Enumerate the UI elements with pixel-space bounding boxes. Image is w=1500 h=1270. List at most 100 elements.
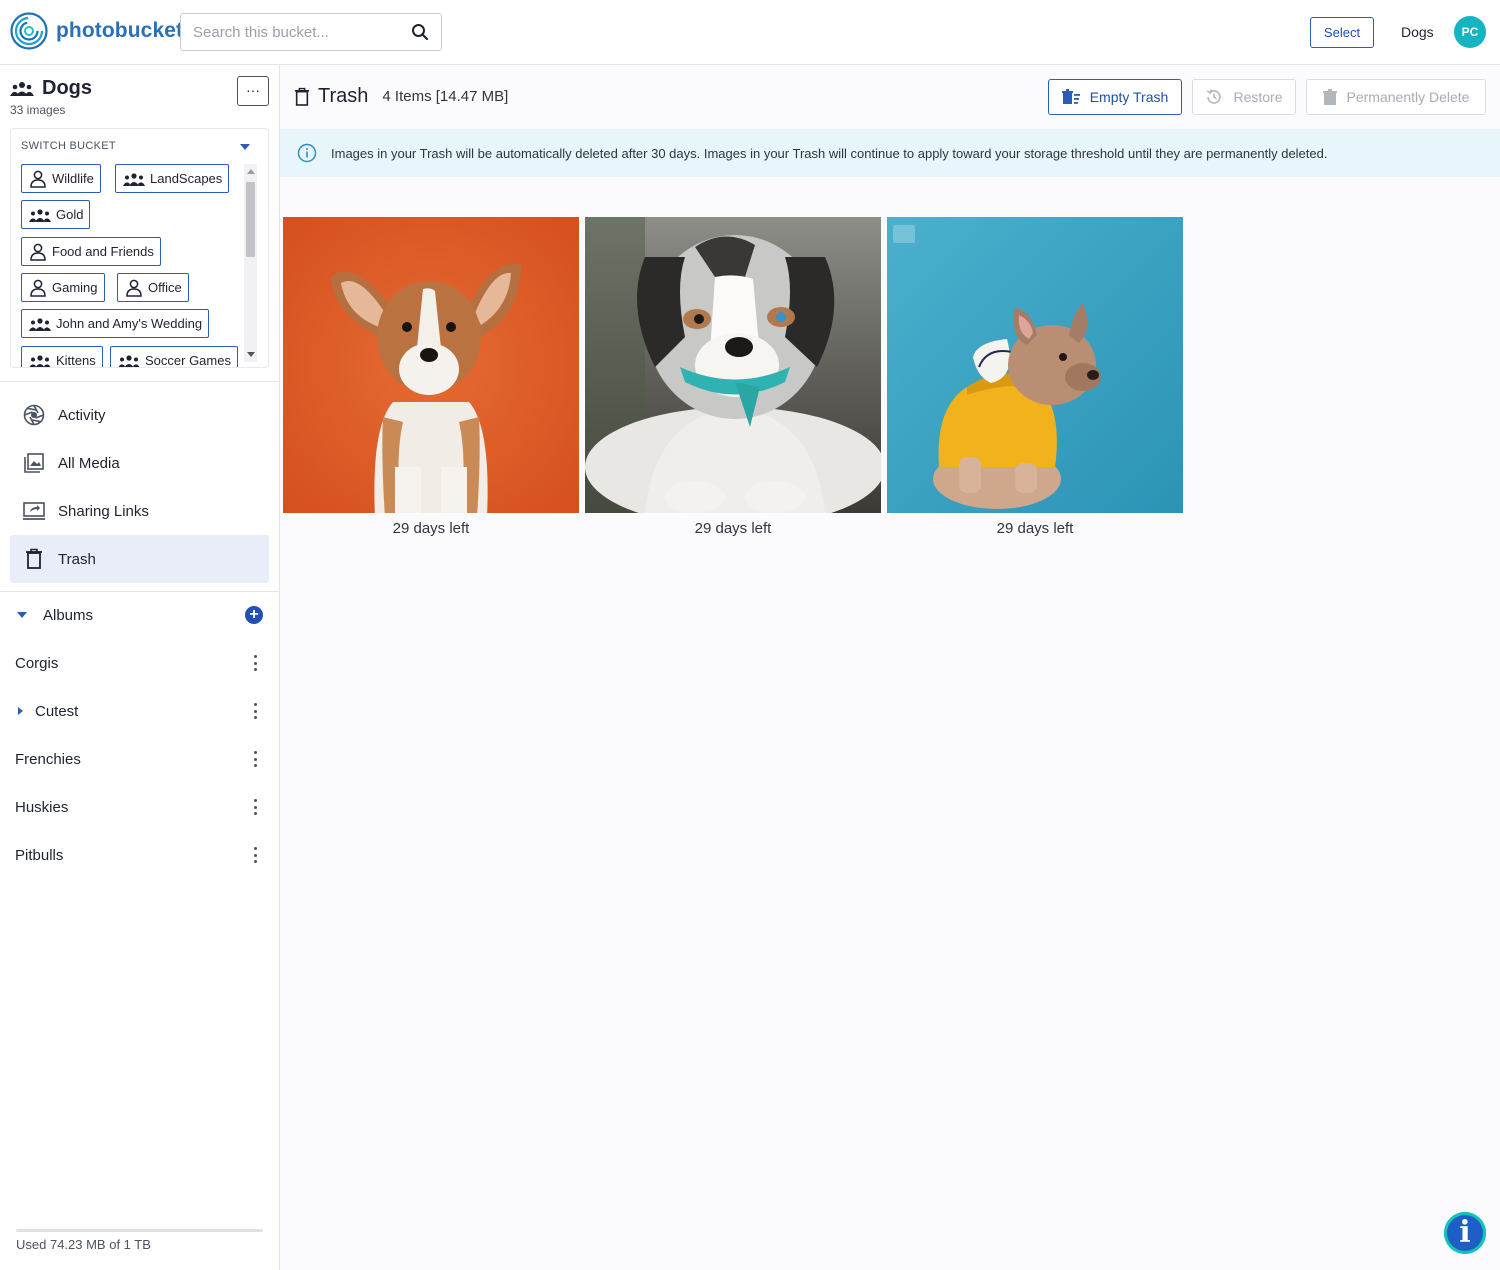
group-icon — [29, 208, 51, 222]
current-bucket-menu[interactable]: Dogs — [1401, 24, 1434, 40]
group-icon — [29, 317, 51, 331]
bucket-chip-label: Gaming — [52, 280, 98, 295]
bucket-chip-gold[interactable]: Gold — [21, 200, 91, 229]
storage-usage-bar — [16, 1229, 263, 1232]
select-button[interactable]: Select — [1310, 17, 1374, 48]
restore-label: Restore — [1233, 89, 1283, 105]
person-icon — [126, 279, 142, 297]
bucket-chip-label: Soccer Games — [145, 353, 231, 368]
days-left-label: 29 days left — [694, 520, 772, 537]
album-label: Frenchies — [15, 750, 81, 768]
nav-all-media[interactable]: All Media — [10, 439, 269, 487]
more-vertical-icon[interactable] — [253, 799, 257, 815]
nav-label: Trash — [58, 550, 96, 568]
share-screen-icon — [22, 499, 46, 523]
chevron-down-icon[interactable] — [17, 612, 27, 618]
search-input[interactable] — [181, 14, 401, 50]
top-bar: photobucket Select Dogs PC — [0, 0, 1500, 65]
bucket-chip-landscapes[interactable]: LandScapes — [115, 164, 230, 193]
chevron-right-icon[interactable] — [18, 707, 23, 715]
albums-header[interactable]: Albums + — [10, 600, 269, 630]
aperture-icon — [22, 403, 46, 427]
bucket-chip-soccer-games[interactable]: Soccer Games — [110, 346, 238, 368]
bucket-chip-label: John and Amy's Wedding — [56, 316, 203, 331]
person-icon — [30, 243, 46, 261]
bucket-chip-label: Food and Friends — [52, 244, 154, 259]
bucket-chip-gaming[interactable]: Gaming — [21, 273, 105, 302]
frenchie-photo — [887, 217, 1183, 513]
bucket-more-button[interactable]: ··· — [237, 76, 269, 106]
switch-bucket-panel: SWITCH BUCKET Wildlife LandScapes Gold F… — [10, 128, 269, 368]
bucket-chip-wedding[interactable]: John and Amy's Wedding — [21, 309, 210, 338]
media-thumbnail[interactable] — [283, 217, 579, 513]
page-title: Trash — [318, 85, 369, 107]
bucket-title: Dogs — [42, 77, 92, 99]
album-label: Cutest — [35, 702, 79, 720]
search-box — [180, 13, 442, 51]
nav-label: Activity — [58, 406, 106, 424]
nav-label: All Media — [58, 454, 120, 472]
more-vertical-icon[interactable] — [253, 655, 257, 671]
nav-trash[interactable]: Trash — [10, 535, 269, 583]
media-card[interactable]: 29 days left — [585, 217, 881, 537]
trash-icon — [1322, 89, 1337, 105]
nav-activity[interactable]: Activity — [10, 391, 269, 439]
nav-label: Sharing Links — [58, 502, 149, 520]
albums-label: Albums — [43, 606, 94, 624]
bucket-chip-label: Office — [148, 280, 182, 295]
switch-bucket-label: SWITCH BUCKET — [21, 140, 116, 152]
help-info-button[interactable]: i — [1444, 1212, 1486, 1254]
chevron-down-icon[interactable] — [240, 144, 250, 150]
page-header: Trash 4 Items [14.47 MB] Empty Trash Res… — [280, 65, 1500, 129]
scroll-down-arrow-icon[interactable] — [247, 352, 255, 357]
bucket-list-scrollbar[interactable] — [244, 164, 257, 362]
bucket-header: Dogs — [10, 77, 92, 100]
bucket-chip-office[interactable]: Office — [117, 273, 189, 302]
media-card[interactable]: 29 days left — [283, 217, 579, 537]
page-title-group: Trash 4 Items [14.47 MB] — [294, 85, 508, 108]
main-content: Trash 4 Items [14.47 MB] Empty Trash Res… — [280, 65, 1500, 1270]
media-thumbnail[interactable] — [585, 217, 881, 513]
bucket-image-count: 33 images — [10, 103, 66, 117]
bucket-chip-label: Wildlife — [52, 171, 94, 186]
bucket-chip-food-and-friends[interactable]: Food and Friends — [21, 237, 161, 266]
days-left-label: 29 days left — [996, 520, 1074, 537]
media-card[interactable]: 29 days left — [887, 217, 1183, 537]
brand-name: photobucket — [56, 19, 184, 42]
divider — [0, 381, 279, 382]
logo[interactable]: photobucket — [10, 12, 183, 50]
corgi-photo — [283, 217, 579, 513]
trash-icon — [294, 87, 310, 106]
album-pitbulls[interactable]: Pitbulls — [15, 840, 269, 870]
trash-notice-banner: Images in your Trash will be automatical… — [280, 129, 1500, 177]
scrollbar-thumb[interactable] — [246, 182, 255, 257]
search-icon[interactable] — [411, 23, 429, 41]
select-checkbox[interactable] — [893, 225, 915, 243]
album-frenchies[interactable]: Frenchies — [15, 744, 269, 774]
permanently-delete-button[interactable]: Permanently Delete — [1306, 79, 1486, 115]
bucket-chip-label: Gold — [56, 207, 84, 222]
media-thumbnail[interactable] — [887, 217, 1183, 513]
more-vertical-icon[interactable] — [253, 751, 257, 767]
group-icon — [118, 354, 140, 367]
storage-usage-text: Used 74.23 MB of 1 TB — [16, 1237, 151, 1252]
add-album-icon[interactable]: + — [245, 606, 263, 624]
scroll-up-arrow-icon[interactable] — [247, 169, 255, 174]
info-icon — [297, 143, 317, 163]
group-icon — [123, 172, 145, 186]
empty-trash-button[interactable]: Empty Trash — [1048, 79, 1182, 115]
avatar[interactable]: PC — [1454, 16, 1486, 48]
restore-button[interactable]: Restore — [1192, 79, 1296, 115]
bucket-chip-kittens[interactable]: Kittens — [21, 346, 103, 368]
album-cutest[interactable]: Cutest — [15, 696, 269, 726]
more-vertical-icon[interactable] — [253, 847, 257, 863]
bucket-chip-label: Kittens — [56, 353, 96, 368]
days-left-label: 29 days left — [392, 520, 470, 537]
nav-sharing-links[interactable]: Sharing Links — [10, 487, 269, 535]
permanently-delete-label: Permanently Delete — [1346, 89, 1470, 105]
more-vertical-icon[interactable] — [253, 703, 257, 719]
album-corgis[interactable]: Corgis — [15, 648, 269, 678]
album-huskies[interactable]: Huskies — [15, 792, 269, 822]
bucket-chip-wildlife[interactable]: Wildlife — [21, 164, 101, 193]
restore-icon — [1207, 89, 1222, 104]
